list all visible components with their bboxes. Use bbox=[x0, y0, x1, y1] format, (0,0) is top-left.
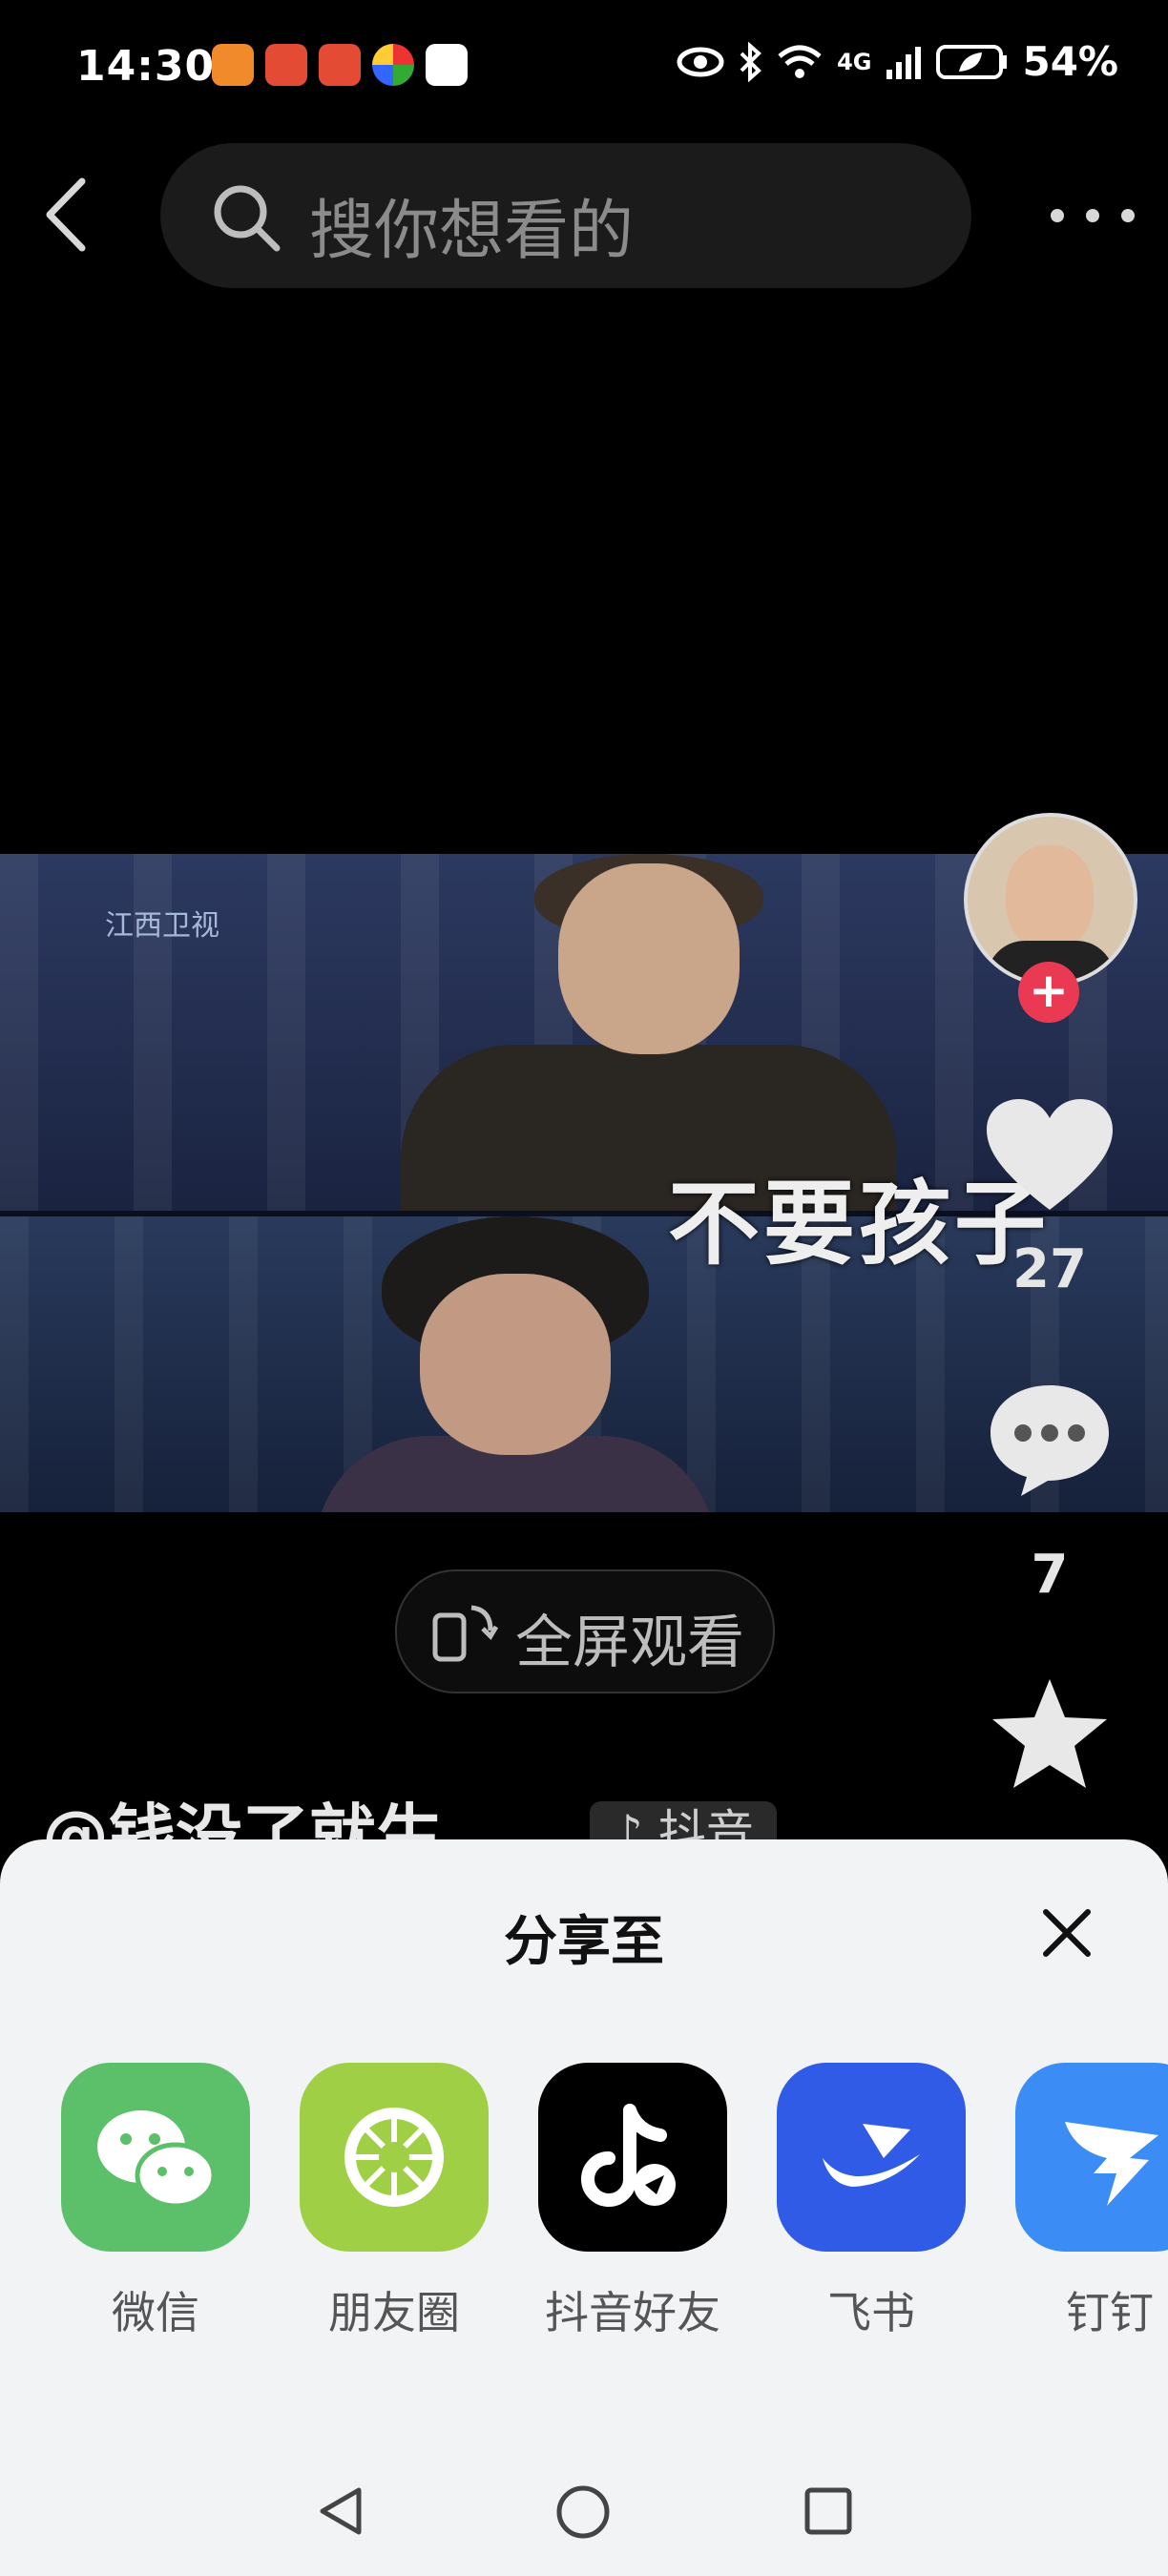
bluetooth-icon bbox=[740, 41, 761, 82]
more-icon[interactable] bbox=[1040, 197, 1145, 235]
signal-icon bbox=[886, 46, 922, 79]
fullscreen-button[interactable]: 全屏观看 bbox=[395, 1569, 775, 1693]
share-target-moments[interactable]: 朋友圈 bbox=[275, 2063, 513, 2341]
wifi-icon bbox=[778, 45, 822, 78]
notification-app-icon bbox=[426, 44, 468, 86]
notification-app-icon bbox=[265, 44, 307, 86]
like-count: 27 bbox=[1012, 1238, 1087, 1300]
nav-recent-apps-icon[interactable] bbox=[803, 2486, 853, 2536]
author-avatar[interactable] bbox=[964, 813, 1137, 987]
fullscreen-label: 全屏观看 bbox=[515, 1610, 744, 1676]
share-target-label: 飞书 bbox=[827, 2287, 915, 2338]
battery-percent: 54% bbox=[1022, 38, 1118, 85]
moments-icon bbox=[300, 2063, 489, 2252]
status-indicators: 4G 54% bbox=[677, 38, 1118, 85]
back-icon[interactable] bbox=[34, 172, 111, 258]
share-target-douyin-friend[interactable]: 抖音好友 bbox=[513, 2063, 752, 2341]
search-placeholder: 搜你想看的 bbox=[309, 194, 635, 269]
follow-button[interactable]: + bbox=[1018, 962, 1079, 1023]
dingtalk-icon bbox=[1015, 2063, 1168, 2252]
share-target-label: 微信 bbox=[112, 2287, 199, 2338]
status-time: 14:30 bbox=[76, 42, 216, 91]
wechat-icon bbox=[61, 2063, 250, 2252]
share-target-label: 抖音好友 bbox=[545, 2287, 720, 2338]
close-icon[interactable] bbox=[1038, 1904, 1095, 1962]
douyin-icon bbox=[538, 2063, 727, 2252]
comment-count: 7 bbox=[1031, 1544, 1069, 1606]
share-target-feishu[interactable]: 飞书 bbox=[752, 2063, 991, 2341]
star-icon[interactable] bbox=[989, 1675, 1111, 1794]
feishu-icon bbox=[777, 2063, 966, 2252]
search-input[interactable]: 搜你想看的 bbox=[160, 143, 971, 288]
share-target-label: 钉钉 bbox=[1066, 2287, 1154, 2338]
rotate-screen-icon bbox=[432, 1605, 498, 1662]
heart-icon[interactable] bbox=[983, 1097, 1116, 1215]
share-sheet: 分享至 微信 朋友圈 抖音好友 飞书 钉钉 bbox=[0, 1839, 1168, 2576]
eye-icon bbox=[677, 47, 724, 76]
notification-app-icon bbox=[319, 44, 361, 86]
share-sheet-title: 分享至 bbox=[504, 1911, 664, 1973]
battery-icon bbox=[936, 44, 1008, 79]
nav-back-icon[interactable] bbox=[315, 2484, 368, 2538]
share-target-label: 朋友圈 bbox=[328, 2287, 460, 2338]
search-icon bbox=[214, 185, 281, 252]
channel-watermark: 江西卫视 bbox=[105, 909, 219, 943]
comment-icon[interactable] bbox=[987, 1381, 1113, 1500]
network-type: 4G bbox=[837, 48, 872, 75]
notification-app-icon bbox=[372, 44, 414, 86]
notification-app-icon bbox=[212, 44, 254, 86]
nav-home-icon[interactable] bbox=[555, 2484, 611, 2540]
share-target-dingtalk[interactable]: 钉钉 bbox=[991, 2063, 1168, 2341]
status-bar: 14:30 4G 54% bbox=[0, 0, 1168, 134]
share-target-wechat[interactable]: 微信 bbox=[36, 2063, 275, 2341]
